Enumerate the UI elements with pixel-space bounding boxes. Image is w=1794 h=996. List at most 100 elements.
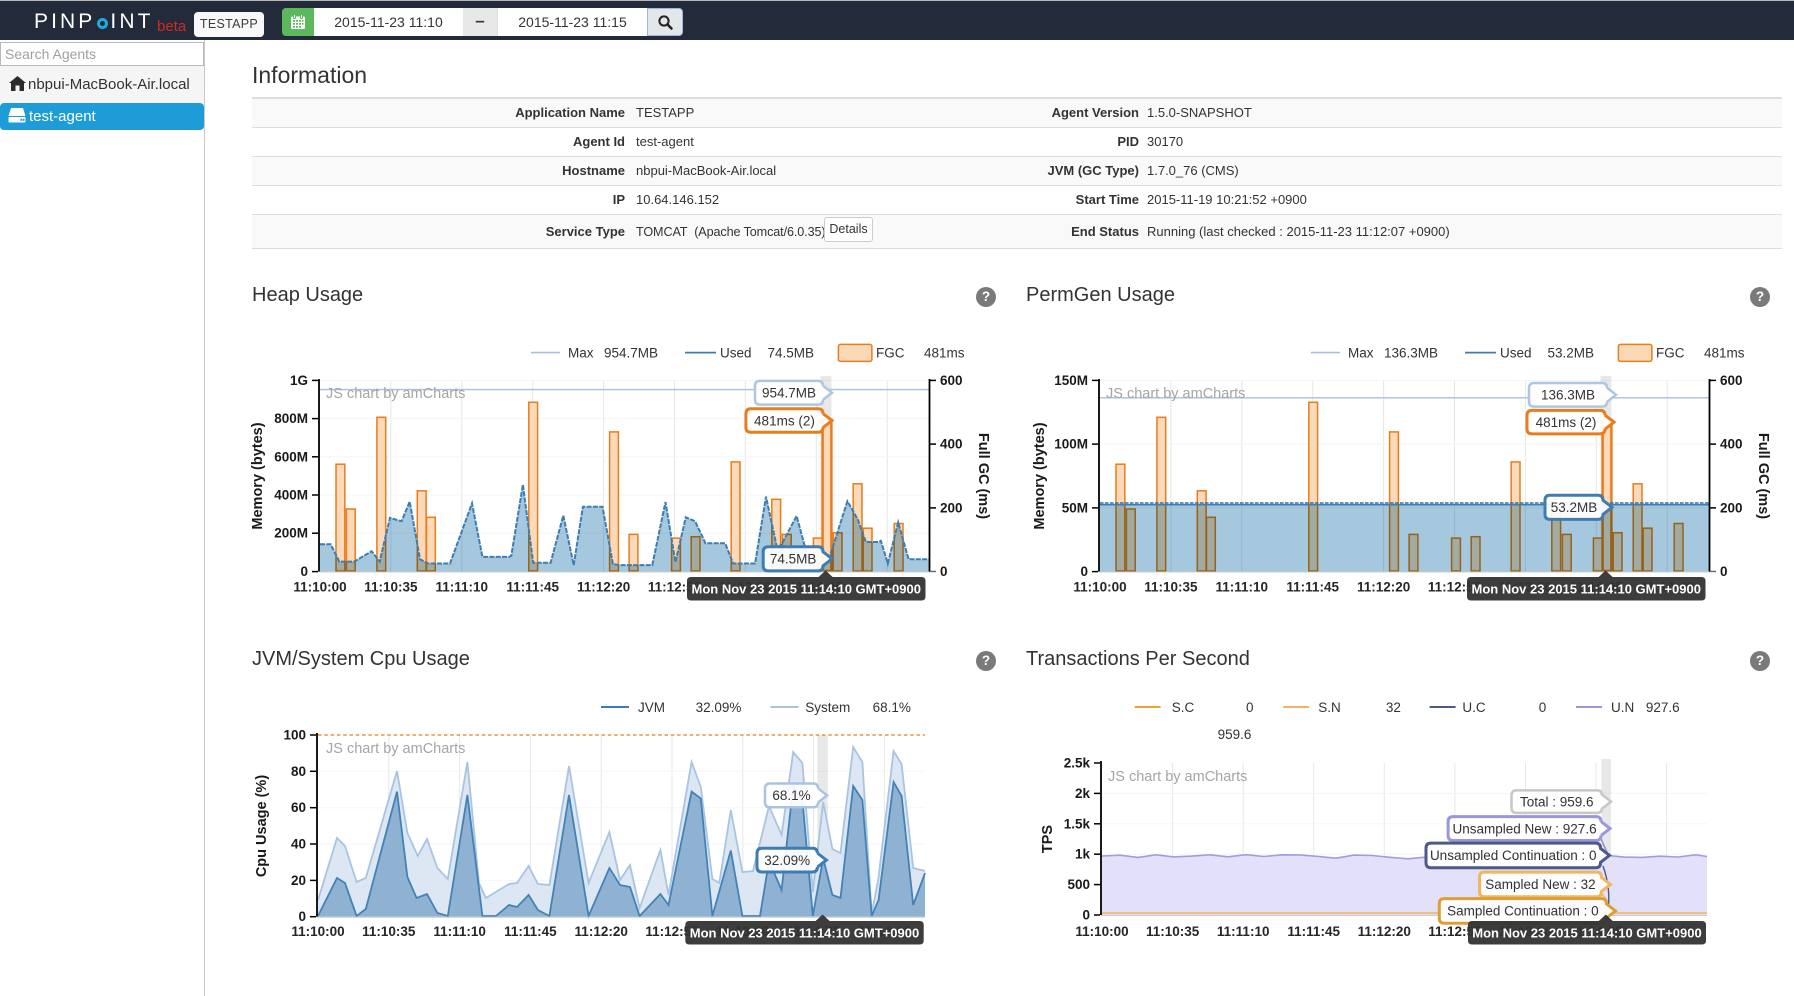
svg-text:80: 80 xyxy=(291,764,306,779)
svg-text:Memory (bytes): Memory (bytes) xyxy=(250,422,266,529)
svg-text:Cpu Usage (%): Cpu Usage (%) xyxy=(254,775,270,877)
svg-text:0: 0 xyxy=(298,909,306,924)
svg-text:11:11:45: 11:11:45 xyxy=(504,924,557,939)
svg-text:136.3MB: 136.3MB xyxy=(1541,388,1595,403)
svg-text:74.5MB: 74.5MB xyxy=(770,552,817,567)
svg-text:50M: 50M xyxy=(1062,500,1088,515)
svg-text:20: 20 xyxy=(291,873,306,888)
svg-text:11:11:10: 11:11:10 xyxy=(1216,580,1269,595)
svg-text:11:11:10: 11:11:10 xyxy=(1217,924,1270,939)
svg-text:100M: 100M xyxy=(1054,437,1088,452)
svg-text:0: 0 xyxy=(1539,700,1547,715)
svg-text:JVM: JVM xyxy=(638,700,665,715)
svg-text:200M: 200M xyxy=(274,526,308,541)
svg-text:68.1%: 68.1% xyxy=(772,788,810,803)
svg-text:53.2MB: 53.2MB xyxy=(1548,345,1595,360)
svg-text:Sampled Continuation : 0: Sampled Continuation : 0 xyxy=(1447,904,1599,919)
svg-text:S.C: S.C xyxy=(1172,700,1195,715)
svg-text:Max: Max xyxy=(1348,345,1374,360)
svg-text:11:11:45: 11:11:45 xyxy=(506,580,559,595)
svg-text:400: 400 xyxy=(1720,437,1743,452)
svg-text:11:12:20: 11:12:20 xyxy=(1358,924,1411,939)
svg-text:954.7MB: 954.7MB xyxy=(604,345,658,360)
svg-text:Mon Nov 23 2015 11:14:10 GMT+0: Mon Nov 23 2015 11:14:10 GMT+0900 xyxy=(1472,926,1701,941)
svg-text:JS chart by amCharts: JS chart by amCharts xyxy=(1108,769,1247,785)
svg-text:68.1%: 68.1% xyxy=(873,700,911,715)
svg-text:S.N: S.N xyxy=(1318,700,1341,715)
svg-text:0: 0 xyxy=(300,564,308,579)
svg-text:Full GC (ms): Full GC (ms) xyxy=(1755,433,1771,519)
svg-text:954.7MB: 954.7MB xyxy=(762,385,816,400)
svg-text:11:10:35: 11:10:35 xyxy=(364,580,418,595)
svg-text:11:11:10: 11:11:10 xyxy=(436,580,489,595)
svg-text:11:10:35: 11:10:35 xyxy=(1146,924,1200,939)
svg-text:481ms: 481ms xyxy=(924,345,965,360)
svg-text:500: 500 xyxy=(1067,877,1090,892)
svg-text:100: 100 xyxy=(283,728,306,743)
svg-text:927.6: 927.6 xyxy=(1646,700,1680,715)
svg-text:959.6: 959.6 xyxy=(1218,727,1252,742)
svg-text:U.C: U.C xyxy=(1462,700,1486,715)
svg-text:32.09%: 32.09% xyxy=(764,853,810,868)
svg-text:11:10:00: 11:10:00 xyxy=(1075,924,1128,939)
svg-text:JS chart by amCharts: JS chart by amCharts xyxy=(326,386,465,402)
svg-text:Mon Nov 23 2015 11:14:10 GMT+0: Mon Nov 23 2015 11:14:10 GMT+0900 xyxy=(692,582,921,597)
svg-text:11:12:20: 11:12:20 xyxy=(1357,580,1410,595)
svg-text:481ms (2): 481ms (2) xyxy=(754,413,815,428)
svg-text:2k: 2k xyxy=(1075,786,1091,801)
svg-text:2.5k: 2.5k xyxy=(1064,756,1091,771)
svg-text:11:12:20: 11:12:20 xyxy=(577,580,630,595)
svg-text:Max: Max xyxy=(568,345,594,360)
svg-text:Full GC (ms): Full GC (ms) xyxy=(975,433,991,519)
svg-text:Total : 959.6: Total : 959.6 xyxy=(1520,794,1594,809)
svg-text:Unsampled Continuation : 0: Unsampled Continuation : 0 xyxy=(1430,848,1597,863)
svg-text:11:10:00: 11:10:00 xyxy=(1073,580,1126,595)
svg-text:60: 60 xyxy=(291,800,306,815)
svg-text:1.5k: 1.5k xyxy=(1064,816,1091,831)
svg-text:11:10:00: 11:10:00 xyxy=(293,580,346,595)
svg-text:Memory (bytes): Memory (bytes) xyxy=(1032,422,1048,529)
svg-text:600M: 600M xyxy=(274,449,308,464)
svg-text:11:11:10: 11:11:10 xyxy=(433,924,486,939)
svg-text:11:12:20: 11:12:20 xyxy=(575,924,628,939)
svg-text:Mon Nov 23 2015 11:14:10 GMT+0: Mon Nov 23 2015 11:14:10 GMT+0900 xyxy=(690,926,919,941)
svg-text:Mon Nov 23 2015 11:14:10 GMT+0: Mon Nov 23 2015 11:14:10 GMT+0900 xyxy=(1472,582,1701,597)
svg-text:System: System xyxy=(805,700,850,715)
svg-text:11:11:45: 11:11:45 xyxy=(1286,580,1339,595)
svg-text:32.09%: 32.09% xyxy=(696,700,742,715)
svg-text:53.2MB: 53.2MB xyxy=(1551,500,1598,515)
svg-text:136.3MB: 136.3MB xyxy=(1384,345,1438,360)
svg-text:150M: 150M xyxy=(1054,373,1088,388)
svg-text:600: 600 xyxy=(940,373,963,388)
svg-text:32: 32 xyxy=(1386,700,1401,715)
svg-text:40: 40 xyxy=(291,837,306,852)
svg-text:0: 0 xyxy=(1082,908,1090,923)
svg-text:11:10:00: 11:10:00 xyxy=(291,924,344,939)
svg-text:JS chart by amCharts: JS chart by amCharts xyxy=(326,741,465,757)
svg-text:74.5MB: 74.5MB xyxy=(768,345,815,360)
svg-text:TPS: TPS xyxy=(1040,825,1056,854)
svg-text:Sampled New : 32: Sampled New : 32 xyxy=(1485,877,1595,892)
svg-text:U.N: U.N xyxy=(1611,700,1634,715)
svg-text:Used: Used xyxy=(720,345,752,360)
svg-text:JS chart by amCharts: JS chart by amCharts xyxy=(1106,386,1245,402)
svg-text:0: 0 xyxy=(1080,564,1088,579)
svg-text:481ms: 481ms xyxy=(1704,345,1745,360)
svg-text:1k: 1k xyxy=(1075,847,1091,862)
svg-text:0: 0 xyxy=(1246,700,1254,715)
svg-text:200: 200 xyxy=(940,500,963,515)
svg-text:FGC: FGC xyxy=(1656,345,1685,360)
svg-text:400M: 400M xyxy=(274,488,308,503)
svg-text:0: 0 xyxy=(940,564,948,579)
svg-text:200: 200 xyxy=(1720,500,1743,515)
svg-text:400: 400 xyxy=(940,437,963,452)
svg-text:11:11:45: 11:11:45 xyxy=(1287,924,1340,939)
svg-text:800M: 800M xyxy=(274,411,308,426)
svg-text:481ms (2): 481ms (2) xyxy=(1536,415,1597,430)
svg-text:Unsampled New : 927.6: Unsampled New : 927.6 xyxy=(1453,821,1597,836)
svg-text:1G: 1G xyxy=(290,373,308,388)
svg-text:600: 600 xyxy=(1720,373,1743,388)
svg-text:FGC: FGC xyxy=(876,345,905,360)
svg-text:11:10:35: 11:10:35 xyxy=(1144,580,1198,595)
svg-text:0: 0 xyxy=(1720,564,1728,579)
